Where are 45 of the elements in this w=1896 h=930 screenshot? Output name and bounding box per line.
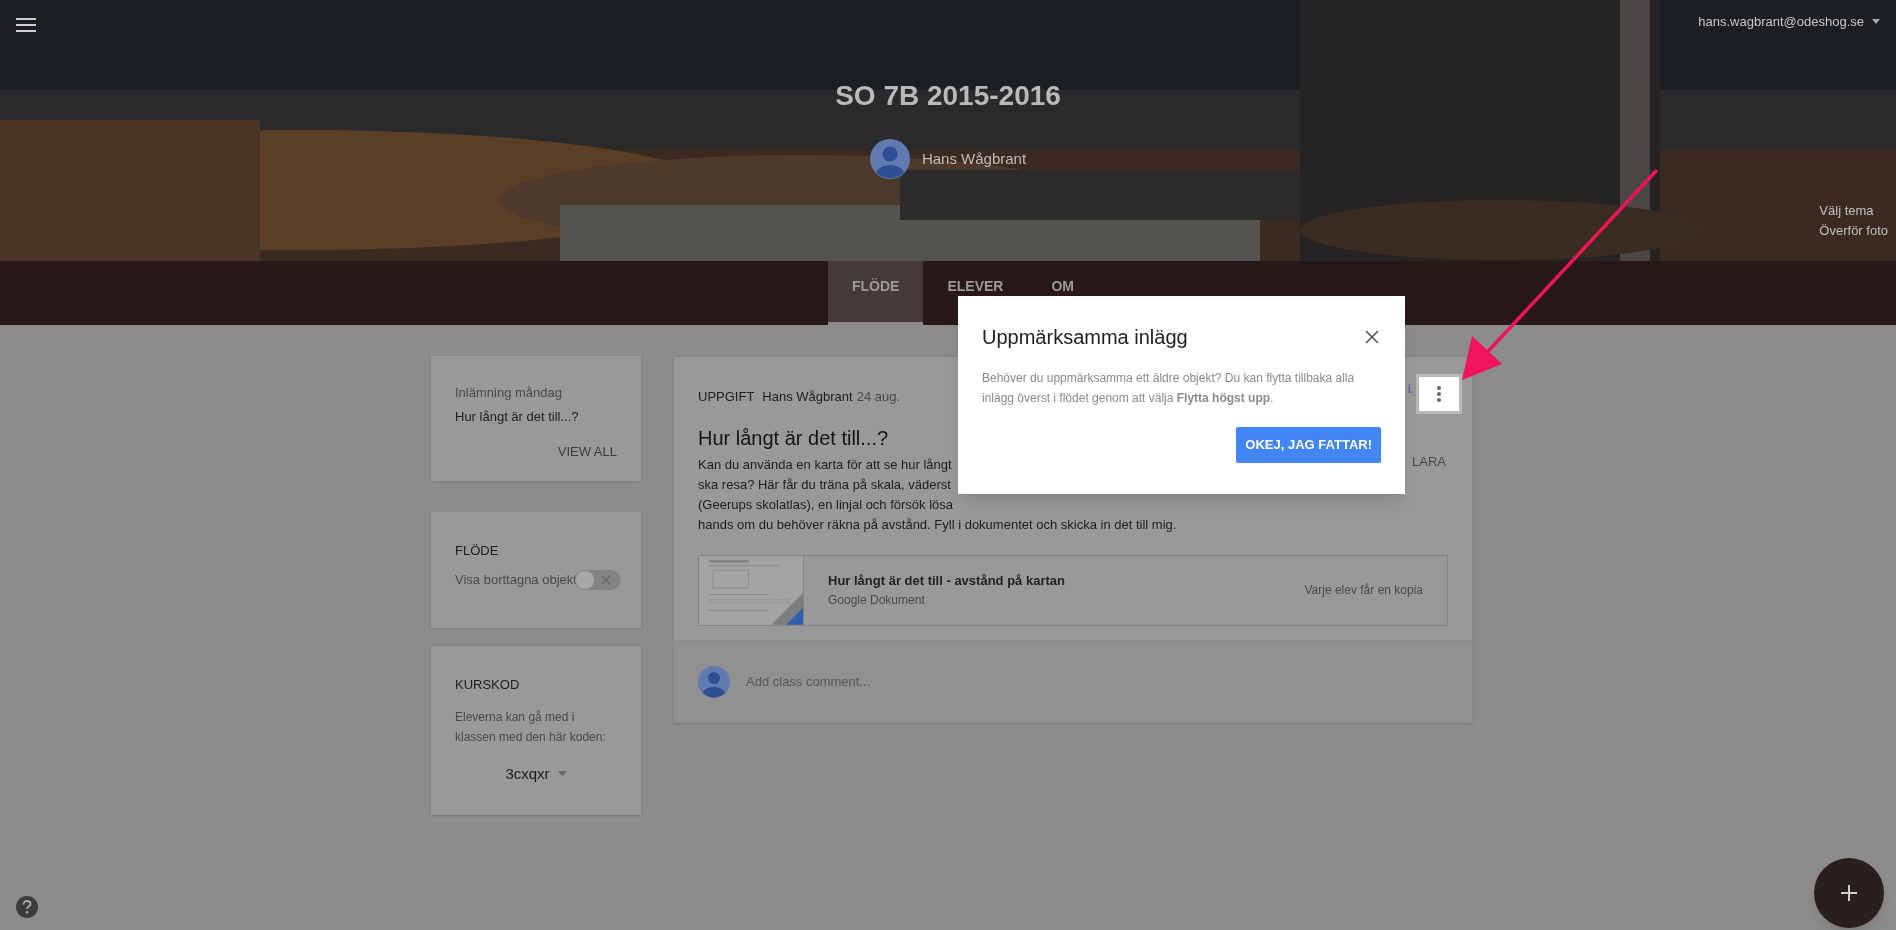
- stream-heading: FLÖDE: [455, 542, 500, 560]
- attachment[interactable]: Hur långt är det till - avstånd på kartan Google Dokument Varje elev får en kopia: [698, 554, 1448, 626]
- post-text-line: Kan du använda en karta för att se hur långt: [698, 455, 952, 474]
- attachment-title: Hur långt är det till - avstånd på kartan: [828, 572, 1066, 591]
- header-link[interactable]: Välj tema: [1819, 203, 1874, 219]
- help-icon: [22, 900, 32, 914]
- post-type: UPPGIFT: [698, 388, 755, 406]
- post-text-fragment: i.: [1408, 381, 1414, 398]
- toggle-label: Visa borttagna objekt: [455, 570, 577, 589]
- attachment-sharing: Varje elev får en kopia: [1304, 582, 1423, 599]
- attachment-kind: Google Dokument: [828, 591, 926, 609]
- cross-icon: [600, 574, 611, 585]
- class-code-dropdown[interactable]: 3cxqxr: [505, 762, 567, 785]
- dialog-text: Behöver du uppmärksamma ett äldre objekt? Du kan flytta tillbaka alla inlägg överst i flödet genom att välja Flytta högst upp.: [982, 370, 1356, 407]
- tab[interactable]: ELEVER: [923, 261, 1028, 325]
- upcoming-item[interactable]: Hur långt är det till...?: [455, 406, 617, 426]
- class-title: SO 7B 2015-2016: [835, 79, 1061, 113]
- post-text-fragment: LARA: [1412, 453, 1446, 471]
- class-code-heading: KURSKOD: [455, 676, 521, 694]
- more-vertical-icon: [1437, 386, 1441, 402]
- teacher-name: Hans Wågbrant: [921, 148, 1027, 169]
- header-link[interactable]: Överför foto: [1819, 223, 1888, 239]
- menu-icon[interactable]: [16, 16, 38, 34]
- confirm-button[interactable]: OKEJ, JAG FATTAR!: [1236, 427, 1381, 463]
- close-button[interactable]: [1363, 328, 1381, 346]
- caret-icon: [557, 771, 567, 777]
- user-avatar: [698, 665, 730, 698]
- post-text-line: hands om du behöver räkna på avstånd. Fyll i dokumentet och skicka in det till mig.: [698, 515, 1177, 534]
- dialog-title: Uppmärksamma inlägg: [982, 325, 1188, 350]
- post-text-line: (Geerups skolatlas), en linjal och försök lösa: [698, 495, 954, 514]
- plus-icon: [1840, 884, 1858, 902]
- tab[interactable]: OM: [1027, 261, 1098, 325]
- close-icon: [1365, 330, 1379, 344]
- caret-icon: [1872, 19, 1880, 25]
- help-button[interactable]: [16, 896, 38, 918]
- tab[interactable]: FLÖDE: [828, 261, 924, 325]
- post-title: Hur långt är det till...?: [698, 425, 889, 451]
- toggle-switch[interactable]: [574, 569, 621, 590]
- post-author: Hans Wågbrant: [762, 388, 853, 406]
- upcoming-title: Inlämning måndag: [455, 384, 563, 402]
- post-date: 24 aug.: [856, 388, 901, 406]
- post-text-line: ska resa? Här får du träna på skala, väderst: [698, 475, 951, 494]
- teacher-avatar: [869, 139, 910, 179]
- view-all-button[interactable]: VIEW ALL: [557, 442, 617, 462]
- account-menu[interactable]: hans.wagbrant@odeshog.se: [1698, 12, 1880, 32]
